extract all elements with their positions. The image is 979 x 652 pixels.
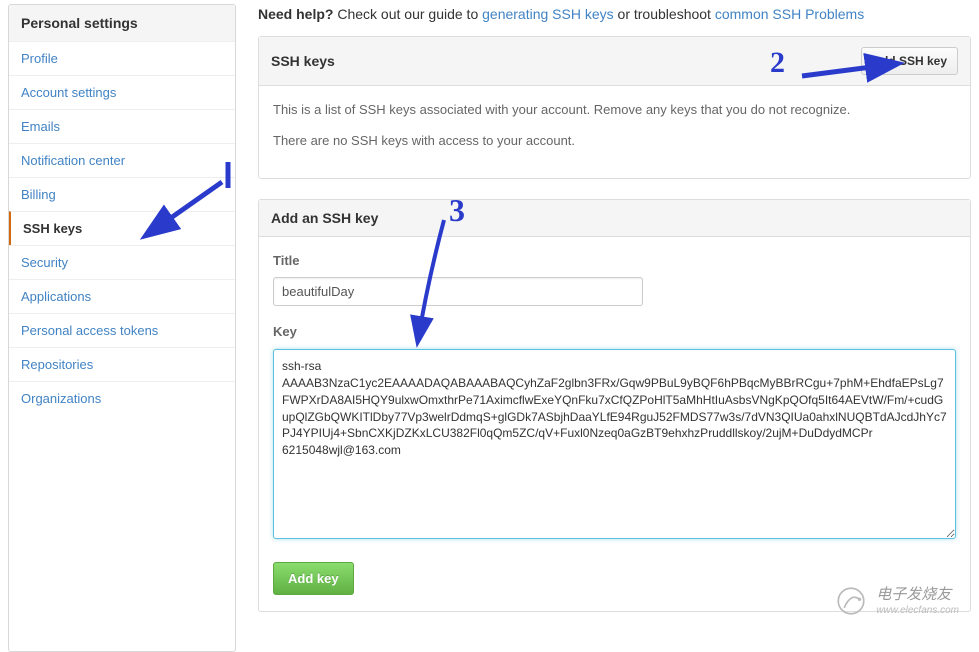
add-ssh-key-panel-header: Add an SSH key (259, 200, 970, 237)
add-key-submit-button[interactable]: Add key (273, 562, 354, 595)
ssh-keys-desc-1: This is a list of SSH keys associated wi… (273, 100, 956, 121)
main-content: Need help? Check out our guide to genera… (236, 0, 979, 652)
ssh-keys-panel-header: SSH keys Add SSH key (259, 37, 970, 86)
help-line: Need help? Check out our guide to genera… (258, 6, 971, 22)
add-ssh-key-panel: Add an SSH key Title Key Add key (258, 199, 971, 612)
sidebar-item-billing[interactable]: Billing (9, 177, 235, 211)
sidebar-item-emails[interactable]: Emails (9, 109, 235, 143)
sidebar-item-notification-center[interactable]: Notification center (9, 143, 235, 177)
watermark-sub: www.elecfans.com (876, 604, 959, 617)
watermark-text: 电子发烧友 (876, 585, 959, 605)
sidebar-header: Personal settings (9, 5, 235, 41)
watermark: 电子发烧友 www.elecfans.com (834, 584, 959, 618)
add-ssh-key-button[interactable]: Add SSH key (861, 47, 958, 75)
title-label: Title (273, 251, 956, 272)
sidebar-item-personal-access-tokens[interactable]: Personal access tokens (9, 313, 235, 347)
key-label: Key (273, 322, 956, 343)
ssh-keys-panel: SSH keys Add SSH key This is a list of S… (258, 36, 971, 179)
add-ssh-key-panel-body: Title Key Add key (259, 237, 970, 611)
help-bold: Need help? (258, 6, 333, 22)
help-text-2: or troubleshoot (614, 6, 715, 22)
ssh-keys-panel-body: This is a list of SSH keys associated wi… (259, 86, 970, 178)
sidebar: Personal settings Profile Account settin… (8, 4, 236, 652)
ssh-keys-desc-2: There are no SSH keys with access to you… (273, 131, 956, 152)
link-generating-ssh-keys[interactable]: generating SSH keys (482, 6, 614, 22)
key-textarea[interactable] (273, 349, 956, 539)
sidebar-item-organizations[interactable]: Organizations (9, 381, 235, 415)
add-ssh-key-header-title: Add an SSH key (271, 210, 378, 226)
sidebar-item-ssh-keys[interactable]: SSH keys (9, 211, 235, 245)
sidebar-item-account-settings[interactable]: Account settings (9, 75, 235, 109)
watermark-logo-icon (834, 584, 868, 618)
link-common-ssh-problems[interactable]: common SSH Problems (715, 6, 864, 22)
help-text-1: Check out our guide to (333, 6, 482, 22)
sidebar-item-profile[interactable]: Profile (9, 41, 235, 75)
sidebar-item-repositories[interactable]: Repositories (9, 347, 235, 381)
title-input[interactable] (273, 277, 643, 306)
sidebar-item-security[interactable]: Security (9, 245, 235, 279)
sidebar-item-applications[interactable]: Applications (9, 279, 235, 313)
ssh-keys-header-title: SSH keys (271, 53, 335, 69)
